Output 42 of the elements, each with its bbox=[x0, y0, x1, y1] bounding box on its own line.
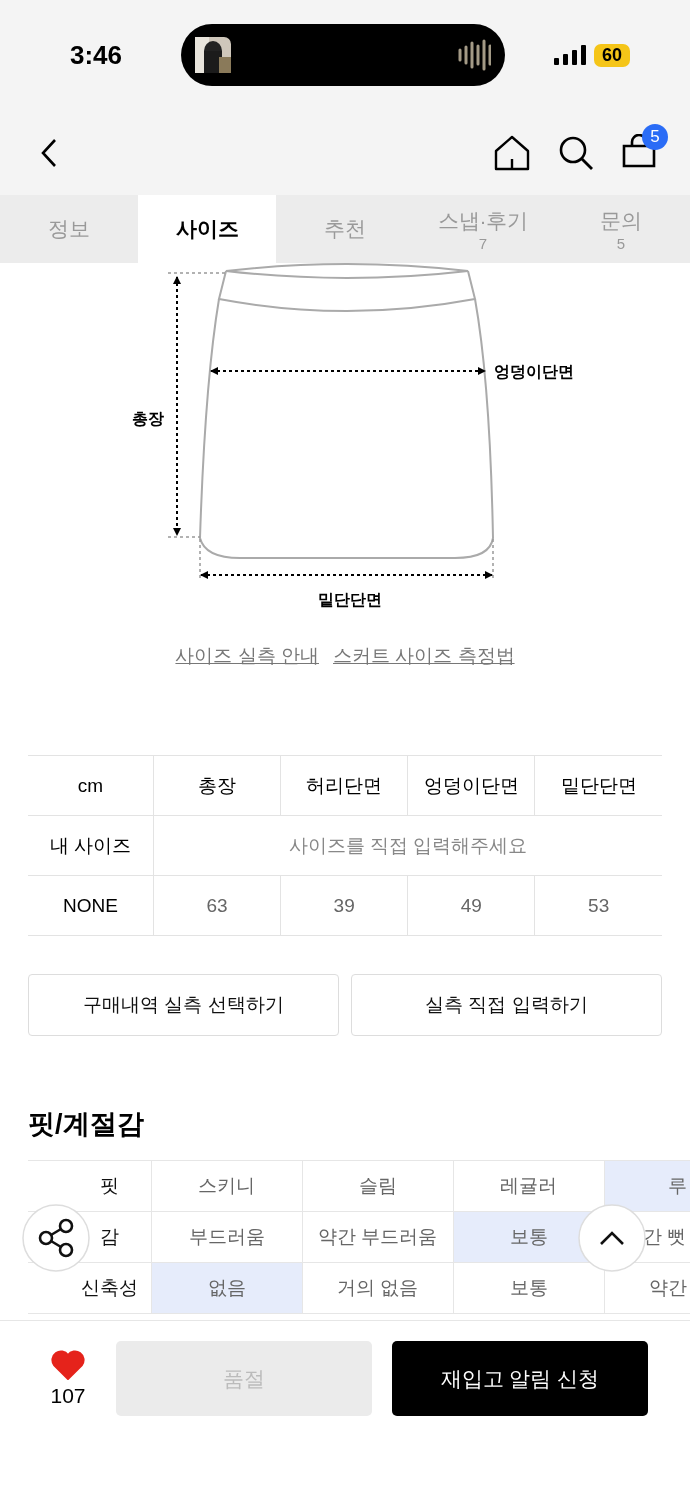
table-header: cm bbox=[28, 755, 154, 816]
table-header: 밑단단면 bbox=[534, 755, 662, 816]
signal-icon bbox=[553, 45, 586, 65]
battery-level: 60 bbox=[593, 43, 630, 67]
waveform-icon bbox=[457, 38, 491, 72]
fit-option-cell: 없음 bbox=[151, 1262, 302, 1314]
clock-time: 3:46 bbox=[70, 39, 123, 71]
hip-label: 엉덩이단면 bbox=[494, 363, 574, 380]
fit-option-cell: 스키니 bbox=[151, 1160, 302, 1212]
hem-label: 밑단단면 bbox=[318, 591, 382, 608]
cart-count-badge: 5 bbox=[642, 123, 668, 150]
table-header: 엉덩이단면 bbox=[407, 755, 535, 816]
fit-option-cell: 보통 bbox=[453, 1262, 604, 1314]
size-option-button[interactable]: 실측 직접 입력하기 bbox=[351, 974, 662, 1036]
guide-link[interactable]: 사이즈 실측 안내 bbox=[175, 643, 319, 669]
size-option-button[interactable]: 구매내역 실측 선택하기 bbox=[28, 974, 339, 1036]
home-icon[interactable] bbox=[494, 134, 530, 171]
fit-option-cell: 거의 없음 bbox=[302, 1262, 453, 1314]
tab[interactable]: 사이즈 bbox=[138, 195, 276, 263]
fit-option-cell: 약간 bbox=[604, 1262, 690, 1314]
table-cell: 53 bbox=[534, 875, 662, 936]
fit-option-cell: 레귤러 bbox=[453, 1160, 604, 1212]
like-count: 107 bbox=[50, 1383, 86, 1408]
table-header: 허리단면 bbox=[280, 755, 408, 816]
section-title: 핏/계절감 bbox=[28, 1108, 145, 1141]
fit-option-cell: 약간 부드러움 bbox=[302, 1211, 453, 1263]
action-button[interactable]: 재입고 알림 신청 bbox=[392, 1341, 648, 1416]
back-icon[interactable] bbox=[40, 137, 58, 168]
fit-option-cell: 부드러움 bbox=[151, 1211, 302, 1263]
guide-line bbox=[167, 272, 227, 274]
row-header: 내 사이즈 bbox=[28, 815, 154, 876]
search-icon[interactable] bbox=[558, 134, 594, 171]
guide-link[interactable]: 스커트 사이즈 측정법 bbox=[333, 643, 515, 669]
fit-option-cell: 슬림 bbox=[302, 1160, 453, 1212]
table-header: 총장 bbox=[153, 755, 281, 816]
heart-icon[interactable] bbox=[51, 1349, 85, 1380]
fit-option-cell: 루 bbox=[604, 1160, 690, 1212]
table-cell: 39 bbox=[280, 875, 408, 936]
share-icon[interactable] bbox=[22, 1204, 90, 1272]
length-label: 총장 bbox=[132, 410, 164, 427]
table-cell: 49 bbox=[407, 875, 535, 936]
row-header: NONE bbox=[28, 875, 154, 936]
